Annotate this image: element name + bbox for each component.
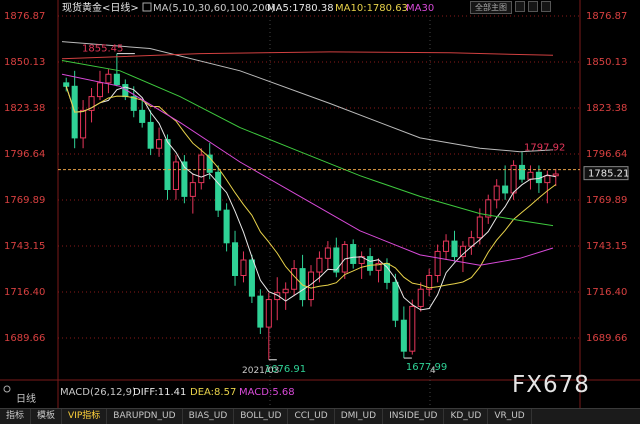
candle-down xyxy=(248,259,255,297)
right-price-label: 1769.89 xyxy=(586,195,627,206)
full-main-chart-button[interactable]: 全部主图 xyxy=(470,1,512,14)
candle-up xyxy=(172,161,179,190)
left-price-label: 1689.66 xyxy=(4,333,45,344)
candle-up xyxy=(240,259,247,276)
left-price-label: 1876.87 xyxy=(4,11,45,22)
high-right-annotation: 1797.92 xyxy=(524,143,565,154)
candle-up xyxy=(552,173,559,177)
candle-down xyxy=(215,171,222,211)
macd-title: MACD(26,12,9) xyxy=(60,387,136,398)
indicator-tab[interactable]: CCI_UD xyxy=(288,409,335,424)
top-right-controls: 全部主图 xyxy=(470,1,551,14)
candle-down xyxy=(400,319,407,352)
macd-diff: DIFF:11.41 xyxy=(133,387,186,398)
candle-down xyxy=(502,185,509,194)
ma30-value: MA30 xyxy=(406,3,434,14)
left-price-label: 1823.38 xyxy=(4,103,45,114)
right-price-label: 1876.87 xyxy=(586,11,627,22)
indicator-tab[interactable]: BARUPDN_UD xyxy=(107,409,183,424)
date-label-1: 2021/03 xyxy=(242,366,279,376)
candle-down xyxy=(518,164,526,180)
candle-up xyxy=(156,139,163,149)
price-chart[interactable]: 1785.211855.451676.91 1677.991797.922021/… xyxy=(0,0,640,424)
chart-background xyxy=(0,0,640,424)
right-price-label: 1796.64 xyxy=(586,149,627,160)
candle-up xyxy=(476,216,483,239)
candle-up xyxy=(316,257,323,273)
indicator-tab[interactable]: KD_UD xyxy=(444,409,489,424)
candle-up xyxy=(282,288,289,294)
indicator-tab[interactable]: DMI_UD xyxy=(335,409,384,424)
date-label-2: 4 xyxy=(430,366,436,376)
high-left-annotation: 1855.45 xyxy=(82,44,123,55)
candle-up xyxy=(189,182,196,197)
candle-down xyxy=(350,244,357,264)
candle-up xyxy=(443,240,450,252)
candle-up xyxy=(459,245,466,258)
right-price-label: 1743.15 xyxy=(586,241,627,252)
candle-up xyxy=(434,250,441,276)
candle-up xyxy=(96,82,104,98)
symbol-title: 现货黄金<日线> xyxy=(62,1,139,14)
candle-down xyxy=(147,121,154,149)
toolbar-square-3[interactable] xyxy=(541,1,551,12)
candle-down xyxy=(451,240,458,258)
ma10-value: MA10:1780.63 xyxy=(335,3,408,14)
candle-up xyxy=(493,185,500,201)
right-price-label: 1716.40 xyxy=(586,287,627,298)
candle-down xyxy=(164,139,171,190)
candle-down xyxy=(257,295,264,328)
candle-up xyxy=(527,171,534,180)
candle-down xyxy=(113,73,120,86)
candle-up xyxy=(105,73,112,84)
indicator-tab[interactable]: BIAS_UD xyxy=(183,409,235,424)
candle-up xyxy=(409,305,416,352)
period-label: 日线 xyxy=(16,392,36,405)
watermark: FX678 xyxy=(512,372,590,398)
right-price-label: 1689.66 xyxy=(586,333,627,344)
low-2-annotation: 1677.99 xyxy=(406,362,447,373)
candle-down xyxy=(63,82,70,87)
toolbar-square-2[interactable] xyxy=(528,1,538,12)
candle-down xyxy=(392,281,399,321)
left-price-label: 1796.64 xyxy=(4,149,45,160)
left-price-label: 1769.89 xyxy=(4,195,45,206)
right-price-label: 1850.13 xyxy=(586,57,627,68)
indicator-tab[interactable]: VIP指标 xyxy=(62,409,108,424)
candle-down xyxy=(367,256,374,271)
indicator-tab[interactable]: INSIDE_UD xyxy=(383,409,445,424)
candle-up xyxy=(324,247,331,259)
ma-params: MA(5,10,30,60,100,200) xyxy=(153,3,275,14)
candle-up xyxy=(544,175,551,184)
candle-down xyxy=(232,242,239,276)
macd-dea: DEA:8.57 xyxy=(190,387,236,398)
indicator-tab[interactable]: VR_UD xyxy=(488,409,532,424)
indicator-tab[interactable]: 指标 xyxy=(0,409,32,424)
left-price-label: 1743.15 xyxy=(4,241,45,252)
candle-up xyxy=(265,299,272,328)
candle-up xyxy=(417,288,424,307)
indicator-tab-bar: 指标 模板 VIP指标 BARUPDN_UD BIAS_UD BOLL_UD CCI_UD D… xyxy=(0,408,640,424)
toolbar-square-1[interactable] xyxy=(515,1,525,12)
indicator-tab[interactable]: 模板 xyxy=(31,409,63,424)
indicator-tab[interactable]: BOLL_UD xyxy=(234,409,289,424)
candle-down xyxy=(223,209,230,244)
candle-down xyxy=(299,268,306,301)
candle-up xyxy=(80,109,87,139)
macd-value: MACD:5.68 xyxy=(239,387,295,398)
current-price-label: 1785.21 xyxy=(588,169,629,180)
candle-down xyxy=(139,109,146,123)
left-price-label: 1716.40 xyxy=(4,287,45,298)
candle-up xyxy=(198,154,205,184)
left-price-label: 1850.13 xyxy=(4,57,45,68)
ma5-value: MA5:1780.38 xyxy=(267,3,334,14)
candle-up xyxy=(291,268,298,290)
right-price-label: 1823.38 xyxy=(586,103,627,114)
candle-down xyxy=(383,262,390,283)
